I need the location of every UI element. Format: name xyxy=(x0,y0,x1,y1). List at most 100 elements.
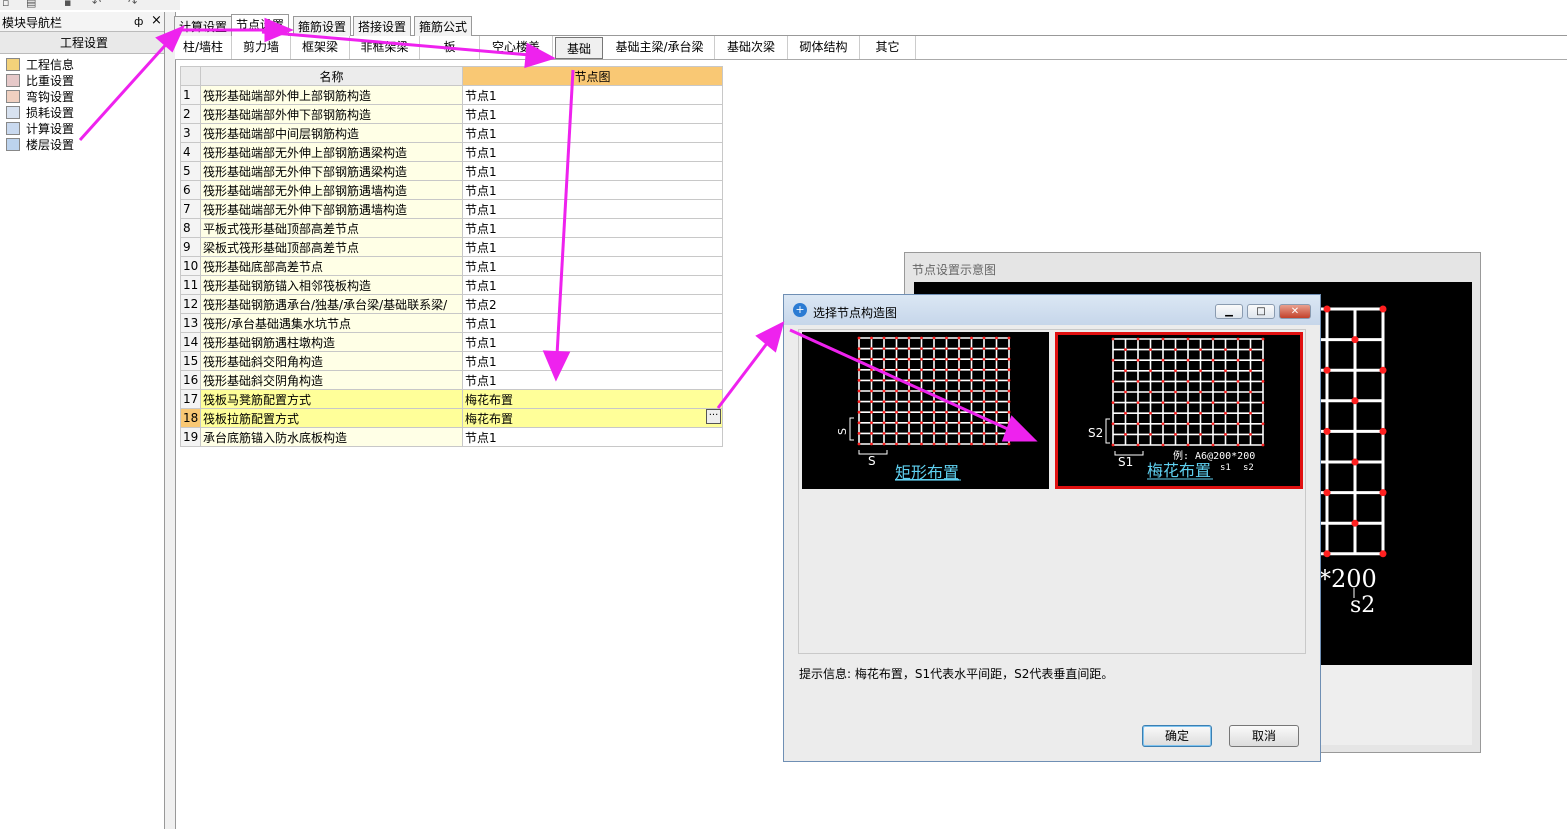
node-value-cell[interactable]: 节点1 xyxy=(462,332,723,352)
node-name-cell[interactable]: 筏形基础钢筋遇承台/独基/承台梁/基础联系梁/ xyxy=(200,294,463,314)
table-row[interactable]: 4 筏形基础端部无外伸上部钢筋遇梁构造 节点1 xyxy=(180,142,723,162)
node-name-cell[interactable]: 筏形基础端部无外伸下部钢筋遇墙构造 xyxy=(200,199,463,219)
plum-layout-label[interactable]: 梅花布置 xyxy=(1147,461,1211,480)
pin-icon[interactable]: ф xyxy=(134,15,143,28)
table-row[interactable]: 2 筏形基础端部外伸下部钢筋构造 节点1 xyxy=(180,104,723,124)
open-file-icon[interactable]: ▤ xyxy=(26,0,36,9)
node-name-cell[interactable]: 筏形基础端部无外伸上部钢筋遇墙构造 xyxy=(200,180,463,200)
table-row[interactable]: 12 筏形基础钢筋遇承台/独基/承台梁/基础联系梁/节点2 xyxy=(180,294,723,314)
minimize-icon[interactable]: ▁ xyxy=(1215,304,1243,319)
node-name-cell[interactable]: 筏形基础端部中间层钢筋构造 xyxy=(200,123,463,143)
nav-item-calc[interactable]: 计算设置 xyxy=(6,121,74,137)
node-name-cell[interactable]: 筏形基础端部无外伸上部钢筋遇梁构造 xyxy=(200,142,463,162)
node-name-cell[interactable]: 筏形基础斜交阳角构造 xyxy=(200,351,463,371)
node-value-cell[interactable]: 节点1 xyxy=(462,313,723,333)
node-value-cell[interactable]: 梅花布置 xyxy=(462,408,723,428)
option-rectangular-layout[interactable]: S S 矩形布置 xyxy=(802,332,1049,489)
tab-node-settings[interactable]: 节点设置 xyxy=(231,14,290,37)
close-icon[interactable]: ✕ xyxy=(1279,304,1311,319)
subtab-frame-beam[interactable]: 框架梁 xyxy=(291,36,350,59)
node-name-cell[interactable]: 筏板马凳筋配置方式 xyxy=(200,389,463,409)
table-row[interactable]: 18 筏板拉筋配置方式 梅花布置 xyxy=(180,408,723,428)
table-row[interactable]: 8 平板式筏形基础顶部高差节点 节点1 xyxy=(180,218,723,238)
nav-item-project-info[interactable]: 工程信息 xyxy=(6,57,74,73)
table-row[interactable]: 9 梁板式筏形基础顶部高差节点 节点1 xyxy=(180,237,723,257)
subtab-shear-wall[interactable]: 剪力墙 xyxy=(232,36,291,59)
node-name-cell[interactable]: 梁板式筏形基础顶部高差节点 xyxy=(200,237,463,257)
subtab-masonry[interactable]: 砌体结构 xyxy=(788,36,860,59)
node-name-cell[interactable]: 筏形基础斜交阴角构造 xyxy=(200,370,463,390)
node-name-cell[interactable]: 筏形基础端部外伸上部钢筋构造 xyxy=(200,85,463,105)
table-row[interactable]: 19 承台底筋锚入防水底板构造 节点1 xyxy=(180,427,723,447)
table-row[interactable]: 17 筏板马凳筋配置方式 梅花布置 xyxy=(180,389,723,409)
column-header-node-diagram[interactable]: 节点图 xyxy=(462,66,723,86)
nav-item-floor[interactable]: 楼层设置 xyxy=(6,137,74,153)
subtab-foundation-main-beam[interactable]: 基础主梁/承台梁 xyxy=(605,36,715,59)
subtab-foundation-secondary-beam[interactable]: 基础次梁 xyxy=(715,36,788,59)
node-value-cell[interactable]: 节点1 xyxy=(462,237,723,257)
nav-header[interactable]: 工程设置 xyxy=(0,32,168,54)
dialog-titlebar[interactable]: + 选择节点构造图 ▁ □ ✕ xyxy=(784,295,1320,325)
nav-item-hook[interactable]: 弯钩设置 xyxy=(6,89,74,105)
node-value-cell[interactable]: 节点1 xyxy=(462,370,723,390)
node-value-cell[interactable]: 节点1 xyxy=(462,85,723,105)
save-icon[interactable]: ▪ xyxy=(64,0,71,9)
undo-icon[interactable]: ↶ xyxy=(92,0,101,9)
node-name-cell[interactable]: 筏板拉筋配置方式 xyxy=(200,408,463,428)
node-value-cell[interactable]: 节点1 xyxy=(462,180,723,200)
ellipsis-button[interactable]: ··· xyxy=(706,409,721,424)
node-name-cell[interactable]: 承台底筋锚入防水底板构造 xyxy=(200,427,463,447)
subtab-non-frame-beam[interactable]: 非框架梁 xyxy=(350,36,420,59)
cancel-button[interactable]: 取消 xyxy=(1229,725,1299,747)
table-row[interactable]: 16 筏形基础斜交阴角构造 节点1 xyxy=(180,370,723,390)
table-row[interactable]: 7 筏形基础端部无外伸下部钢筋遇墙构造 节点1 xyxy=(180,199,723,219)
tab-lap-settings[interactable]: 搭接设置 xyxy=(353,16,412,36)
node-name-cell[interactable]: 筏形基础端部外伸下部钢筋构造 xyxy=(200,104,463,124)
tab-calc-settings[interactable]: 计算设置 xyxy=(174,16,233,36)
subtab-hollow-floor[interactable]: 空心楼盖 xyxy=(480,36,553,59)
maximize-icon[interactable]: □ xyxy=(1247,304,1275,319)
tab-stirrup-formula[interactable]: 箍筋公式 xyxy=(414,16,473,36)
node-value-cell[interactable]: 节点2 xyxy=(462,294,723,314)
table-row[interactable]: 1 筏形基础端部外伸上部钢筋构造 节点1 xyxy=(180,85,723,105)
node-value-cell[interactable]: 节点1 xyxy=(462,142,723,162)
node-value-cell[interactable]: 节点1 xyxy=(462,351,723,371)
column-header-name[interactable]: 名称 xyxy=(200,66,463,86)
rectangular-layout-label[interactable]: 矩形布置 xyxy=(895,463,959,482)
node-name-cell[interactable]: 筏形基础钢筋锚入相邻筏板构造 xyxy=(200,275,463,295)
table-row[interactable]: 15 筏形基础斜交阳角构造 节点1 xyxy=(180,351,723,371)
subtab-slab[interactable]: 板 xyxy=(420,36,480,59)
subtab-column[interactable]: 柱/墙柱 xyxy=(175,36,232,59)
table-row[interactable]: 10 筏形基础底部高差节点 节点1 xyxy=(180,256,723,276)
node-value-cell[interactable]: 节点1 xyxy=(462,104,723,124)
node-value-cell[interactable]: 节点1 xyxy=(462,275,723,295)
close-icon[interactable]: × xyxy=(151,13,162,28)
node-value-cell[interactable]: 节点1 xyxy=(462,218,723,238)
node-name-cell[interactable]: 筏形/承台基础遇集水坑节点 xyxy=(200,313,463,333)
tab-stirrup-settings[interactable]: 箍筋设置 xyxy=(293,16,352,36)
node-value-cell[interactable]: 梅花布置 xyxy=(462,389,723,409)
node-name-cell[interactable]: 筏形基础钢筋遇柱墩构造 xyxy=(200,332,463,352)
node-value-cell[interactable]: 节点1 xyxy=(462,427,723,447)
node-name-cell[interactable]: 筏形基础端部无外伸下部钢筋遇梁构造 xyxy=(200,161,463,181)
subtab-other[interactable]: 其它 xyxy=(860,36,916,59)
node-value-cell[interactable]: 节点1 xyxy=(462,161,723,181)
node-name-cell[interactable]: 平板式筏形基础顶部高差节点 xyxy=(200,218,463,238)
new-file-icon[interactable]: ▫ xyxy=(2,0,9,9)
panel-splitter[interactable] xyxy=(164,12,176,829)
node-value-cell[interactable]: 节点1 xyxy=(462,256,723,276)
subtab-foundation[interactable]: 基础 xyxy=(555,37,603,59)
nav-item-loss[interactable]: 损耗设置 xyxy=(6,105,74,121)
redo-icon[interactable]: ↷ xyxy=(128,0,137,9)
node-value-cell[interactable]: 节点1 xyxy=(462,123,723,143)
table-row[interactable]: 5 筏形基础端部无外伸下部钢筋遇梁构造 节点1 xyxy=(180,161,723,181)
option-plum-blossom-layout[interactable]: S2 S1 例: A6@200*200 s1 s2 梅花布置 xyxy=(1055,332,1303,489)
ok-button[interactable]: 确定 xyxy=(1142,725,1212,747)
node-value-cell[interactable]: 节点1 xyxy=(462,199,723,219)
table-row[interactable]: 14 筏形基础钢筋遇柱墩构造 节点1 xyxy=(180,332,723,352)
table-row[interactable]: 3 筏形基础端部中间层钢筋构造 节点1 xyxy=(180,123,723,143)
table-row[interactable]: 13 筏形/承台基础遇集水坑节点 节点1 xyxy=(180,313,723,333)
table-row[interactable]: 6 筏形基础端部无外伸上部钢筋遇墙构造 节点1 xyxy=(180,180,723,200)
node-name-cell[interactable]: 筏形基础底部高差节点 xyxy=(200,256,463,276)
nav-item-density[interactable]: 比重设置 xyxy=(6,73,74,89)
